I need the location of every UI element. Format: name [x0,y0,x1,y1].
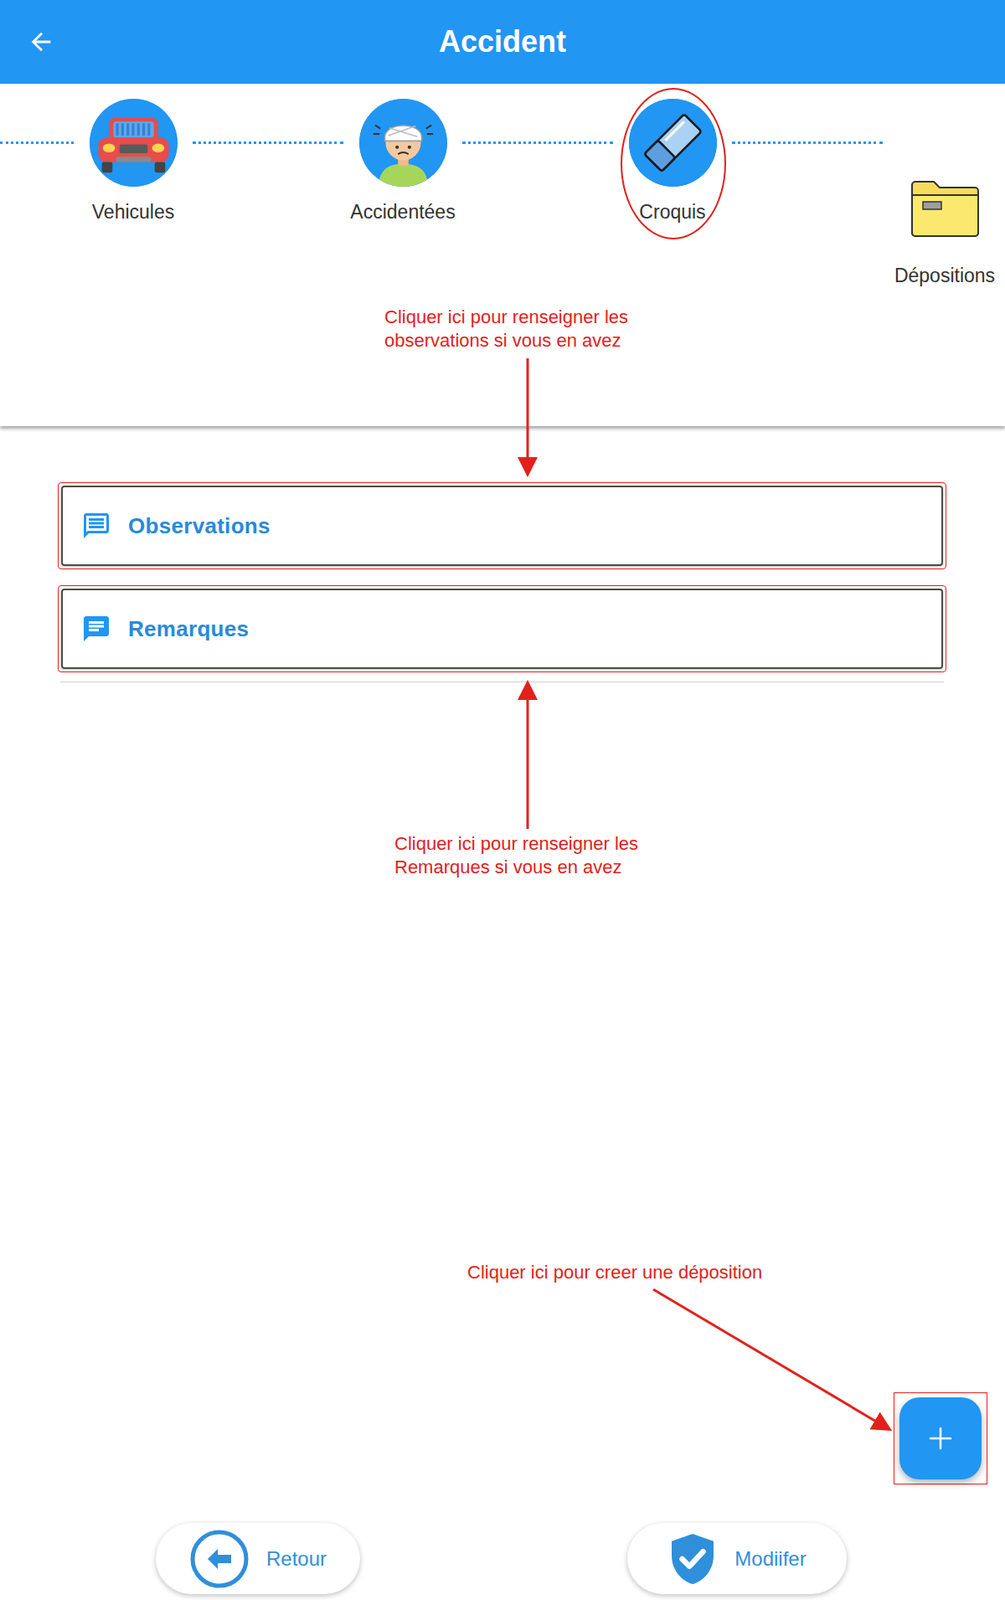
message-outline-icon [81,510,112,542]
step-label: Accidentées [350,200,455,224]
circle-back-arrow-icon [189,1529,250,1590]
fab-highlight [893,1392,988,1485]
back-button[interactable]: Retour [155,1523,361,1595]
annotation: Cliquer ici pour renseigner lesobservati… [384,305,629,353]
step-folder [909,178,981,239]
car-icon [89,98,178,187]
button-label: Retour [266,1547,327,1572]
step[interactable]: Croquis [618,98,727,224]
annotation-arrow-icon [653,1289,888,1429]
step-connector [192,141,344,145]
form-content: Observations Remarques [0,426,1005,1524]
field-highlight: Remarques [57,585,947,673]
field-highlight: Observations [57,482,947,570]
eraser-icon [628,98,717,187]
step-label: Croquis [639,200,706,224]
message-icon [81,613,112,645]
annotation-line: Cliquer ici pour creer une déposition [467,1261,763,1285]
divider [60,681,944,683]
step-circle [628,98,717,187]
step-connector [0,141,74,145]
step-circle [359,98,448,187]
annotation-line: observations si vous en avez [384,329,629,353]
annotation-line: Remarques si vous en avez [394,855,639,880]
field-label: Observations [128,513,271,540]
stepper: Vehicules Accidentées Croquis Dépositions [0,83,1005,427]
add-deposition-button[interactable] [899,1397,982,1480]
screen-title: Accident [56,24,949,60]
bottom-bar: Retour Modiifer [0,1523,1005,1600]
accident-screen: Accident Vehicules Accidentées Croquis Dépos… [0,0,1005,1600]
step-circle [89,98,178,187]
step[interactable]: Vehicules [78,98,188,224]
button-label: Modiifer [734,1547,806,1572]
back-button[interactable] [25,25,57,58]
confirm-button[interactable]: Modiifer [627,1523,847,1595]
field-button[interactable]: Remarques [61,588,944,670]
annotation-arrow-icon [526,685,530,830]
step-label: Dépositions [894,263,995,288]
annotation: Cliquer ici pour creer une déposition [467,1261,763,1285]
step-row: Vehicules Accidentées Croquis Dépositions [0,98,1002,288]
plus-icon [927,1426,954,1452]
step-connector [731,141,883,145]
annotation: Cliquer ici pour renseigner lesRemarques… [394,832,639,880]
back-arrow-icon[interactable] [26,27,56,57]
field-button[interactable]: Observations [61,485,944,567]
annotation-arrow-icon [526,358,530,473]
app-bar: Accident [0,0,1005,84]
folder-icon [909,178,981,239]
field-label: Remarques [128,616,249,643]
injured-person-icon [359,98,448,187]
annotation-line: Cliquer ici pour renseigner les [384,305,629,330]
step-label: Vehicules [92,200,175,224]
step[interactable]: Accidentées [348,98,458,224]
shield-check-icon [667,1529,718,1590]
step-connector [462,141,614,145]
annotation-line: Cliquer ici pour renseigner les [394,832,639,856]
step[interactable]: Dépositions [887,98,1002,288]
